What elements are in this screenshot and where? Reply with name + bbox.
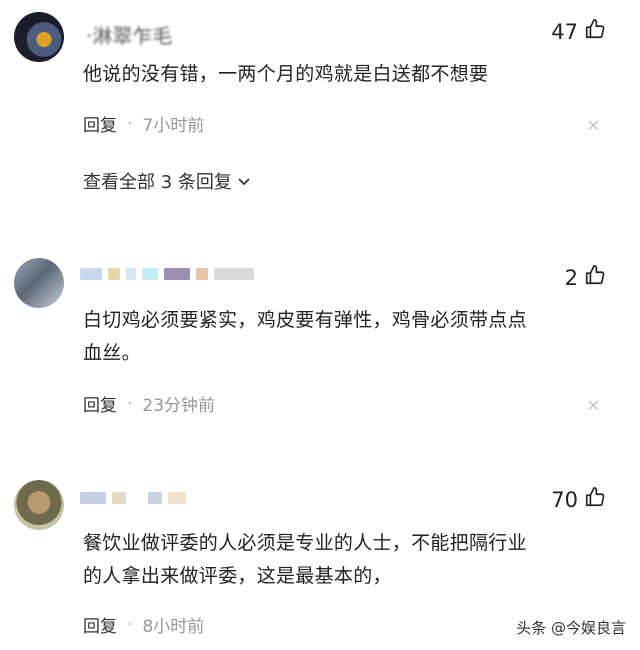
- close-icon[interactable]: ✕: [587, 396, 600, 415]
- view-all-replies-button[interactable]: 查看全部 3 条回复: [83, 168, 252, 194]
- thumbs-up-icon: [584, 18, 606, 45]
- username-blurred[interactable]: [80, 490, 186, 506]
- username-blurred[interactable]: [80, 266, 254, 282]
- meta-separator: ·: [127, 113, 133, 134]
- meta-separator: ·: [127, 614, 133, 635]
- view-all-replies-label: 查看全部 3 条回复: [83, 172, 232, 193]
- watermark: 头条 @今娱良言: [516, 619, 626, 637]
- comment-text: 餐饮业做评委的人必须是专业的人士，不能把隔行业 的人拿出来做评委，这是最基本的，: [83, 527, 613, 593]
- close-icon[interactable]: ✕: [587, 116, 600, 135]
- thumbs-up-icon: [584, 486, 606, 513]
- like-button[interactable]: 47: [551, 18, 606, 45]
- thumbs-up-icon: [584, 264, 606, 291]
- avatar[interactable]: [14, 258, 64, 308]
- comment-text: 他说的没有错，一两个月的鸡就是白送都不想要: [83, 63, 489, 85]
- timestamp: 7小时前: [142, 116, 205, 136]
- comment-text-line: 血丝。: [83, 342, 141, 364]
- like-button[interactable]: 2: [565, 264, 606, 291]
- username[interactable]: ·淋翠乍毛: [86, 20, 172, 49]
- comment-meta: 回复 · 23分钟前: [83, 391, 216, 417]
- like-count: 70: [551, 487, 578, 512]
- avatar[interactable]: [14, 12, 64, 62]
- like-count: 47: [551, 19, 578, 44]
- comment-meta: 回复 · 8小时前: [83, 612, 205, 638]
- comment-text-line: 的人拿出来做评委，这是最基本的，: [83, 565, 392, 587]
- comment-text-line: 白切鸡必须要紧实，鸡皮要有弹性，鸡骨必须带点点: [83, 309, 527, 331]
- like-button[interactable]: 70: [551, 486, 606, 513]
- like-count: 2: [564, 265, 578, 290]
- comment-meta: 回复 · 7小时前: [83, 111, 205, 137]
- timestamp: 8小时前: [142, 617, 205, 637]
- comment-text: 白切鸡必须要紧实，鸡皮要有弹性，鸡骨必须带点点 血丝。: [83, 304, 613, 370]
- reply-button[interactable]: 回复: [83, 111, 117, 136]
- chevron-down-icon: [238, 178, 250, 186]
- meta-separator: ·: [127, 393, 133, 414]
- reply-button[interactable]: 回复: [83, 391, 117, 416]
- timestamp: 23分钟前: [142, 396, 216, 416]
- avatar[interactable]: [14, 480, 64, 530]
- comment-text-line: 餐饮业做评委的人必须是专业的人士，不能把隔行业: [83, 532, 527, 554]
- reply-button[interactable]: 回复: [83, 612, 117, 637]
